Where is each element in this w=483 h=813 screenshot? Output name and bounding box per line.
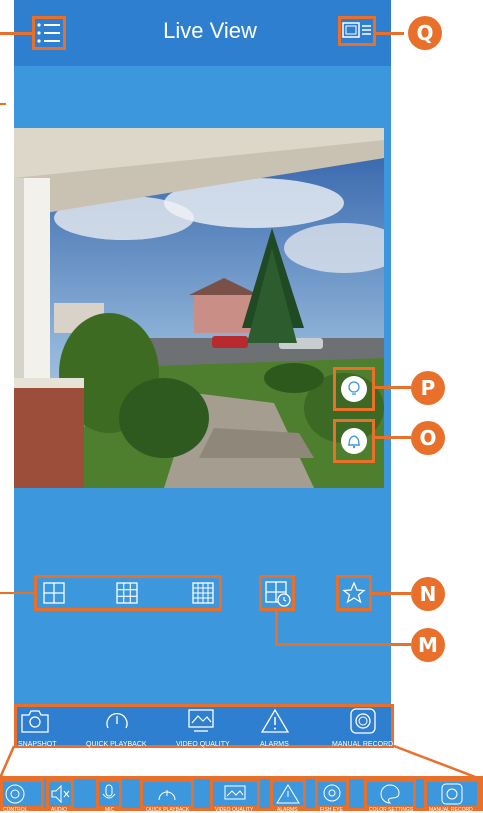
strip-alarms-button[interactable]: ALARMS	[270, 779, 306, 813]
video-quality-icon	[188, 709, 214, 732]
camera-icon	[21, 710, 49, 733]
audio-button[interactable]: AUDIO	[46, 779, 74, 813]
menu-button[interactable]	[32, 16, 66, 50]
strip-quick-playback-button[interactable]: QUICK PLAYBACK	[140, 779, 194, 813]
control-button[interactable]: CONTROL	[0, 779, 44, 813]
fisheye-icon	[323, 784, 341, 802]
light-button[interactable]	[333, 367, 375, 411]
grid-4x4-button[interactable]	[189, 579, 219, 609]
star-icon	[342, 581, 366, 604]
color-settings-label: COLOR SETTINGS	[369, 807, 414, 813]
alarm-icon	[276, 784, 300, 804]
bell-icon	[348, 435, 360, 449]
camera-image	[14, 128, 384, 488]
color-settings-button[interactable]: COLOR SETTINGS	[364, 779, 416, 813]
callout-n: N	[411, 577, 445, 611]
mic-icon	[102, 784, 116, 799]
video-quality-icon	[224, 785, 246, 800]
callout-line	[0, 103, 6, 105]
callout-p: P	[411, 371, 445, 405]
control-icon	[5, 784, 25, 804]
record-icon	[441, 783, 463, 805]
device-list-icon	[342, 22, 371, 38]
strip-manual-record-label: MANUAL RECORD	[429, 807, 473, 813]
favorites-button[interactable]	[336, 575, 372, 611]
playback-icon	[158, 790, 176, 801]
callout-line	[375, 436, 411, 439]
callout-line	[0, 592, 34, 594]
fisheye-button[interactable]: FISH EYE	[315, 779, 349, 813]
callout-o: O	[411, 421, 445, 455]
fisheye-label: FISH EYE	[320, 807, 343, 813]
alarm-icon	[260, 708, 290, 733]
callout-line	[376, 32, 404, 35]
color-settings-icon	[380, 784, 400, 804]
callout-line	[275, 643, 411, 646]
expand-lines	[0, 744, 479, 780]
strip-quick-playback-label: QUICK PLAYBACK	[146, 807, 190, 813]
camera-feed[interactable]	[14, 128, 384, 488]
audio-label: AUDIO	[51, 807, 67, 813]
callout-m: M	[411, 628, 445, 662]
sequence-button[interactable]	[259, 575, 295, 611]
callout-line	[275, 611, 278, 645]
strip-manual-record-button[interactable]: MANUAL RECORD	[424, 779, 480, 813]
grid-16-icon	[192, 582, 214, 604]
callout-line	[0, 32, 32, 35]
bulb-icon	[348, 381, 360, 395]
page-title: Live View	[163, 18, 257, 43]
strip-video-quality-label: VIDEO QUALITY	[215, 807, 254, 813]
grid-1x1-button[interactable]	[40, 579, 70, 609]
record-icon	[350, 708, 376, 734]
callout-line	[375, 386, 411, 389]
siren-button[interactable]	[333, 419, 375, 463]
strip-alarms-label: ALARMS	[277, 807, 298, 813]
audio-icon	[51, 784, 70, 804]
mic-button[interactable]: MIC	[96, 779, 122, 813]
callout-q: Q	[408, 16, 442, 50]
callout-line	[372, 592, 411, 595]
grid-9-icon	[116, 582, 138, 604]
grid-3x3-button[interactable]	[113, 579, 143, 609]
playback-icon	[106, 712, 128, 729]
sequence-icon	[265, 581, 291, 607]
strip-video-quality-button[interactable]: VIDEO QUALITY	[210, 779, 260, 813]
mic-label: MIC	[105, 807, 115, 813]
control-label: CONTROL	[3, 807, 28, 813]
menu-icon	[37, 23, 60, 43]
device-list-button[interactable]	[338, 16, 376, 46]
grid-4-icon	[43, 582, 65, 604]
